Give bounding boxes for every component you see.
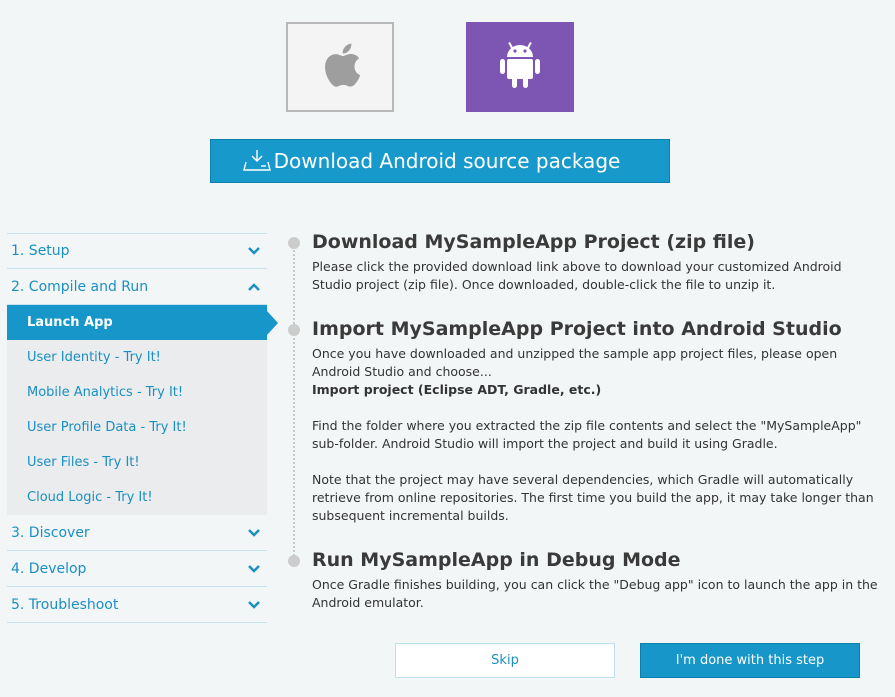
download-icon: [243, 149, 271, 177]
step-text-line: Find the folder where you extracted the …: [312, 418, 862, 433]
sidebar-step-troubleshoot[interactable]: 5. Troubleshoot: [7, 587, 267, 623]
sidebar-item-launch-app[interactable]: Launch App: [7, 305, 278, 340]
chevron-down-icon: [247, 528, 261, 538]
download-label: Download Android source package: [273, 149, 621, 173]
timeline-dot: [288, 324, 300, 336]
sidebar-item-cloud-logic[interactable]: Cloud Logic - Try It!: [7, 480, 267, 515]
android-platform-tile[interactable]: [466, 22, 574, 112]
step-text-line: Android Studio and choose...: [312, 364, 492, 379]
steps-sidebar: 1. Setup 2. Compile and Run Launch App U…: [7, 233, 278, 623]
sidebar-step-label: 5. Troubleshoot: [11, 596, 119, 613]
android-icon: [498, 40, 542, 94]
step-description-import-project: Once you have downloaded and unzipped th…: [312, 345, 882, 525]
sidebar-step-develop[interactable]: 4. Develop: [7, 551, 267, 587]
sidebar-step-label: 2. Compile and Run: [11, 278, 149, 295]
step-text-line: retrieve from online repositories. The f…: [312, 490, 874, 505]
sidebar-item-mobile-analytics[interactable]: Mobile Analytics - Try It!: [7, 375, 267, 410]
step-text-line: Please click the provided download link …: [312, 259, 842, 274]
step-text-line: Once you have downloaded and unzipped th…: [312, 346, 838, 361]
step-text-line: Note that the project may have several d…: [312, 472, 854, 487]
chevron-down-icon: [247, 246, 261, 256]
step-description-run-debug: Once Gradle finishes building, you can c…: [312, 576, 882, 612]
timeline-dot: [288, 555, 300, 567]
skip-button[interactable]: Skip: [395, 643, 615, 678]
step-text-line: sub-folder. Android Studio will import t…: [312, 436, 778, 451]
chevron-up-icon: [247, 282, 261, 292]
sidebar-item-user-profile-data[interactable]: User Profile Data - Try It!: [7, 410, 267, 445]
chevron-down-icon: [247, 564, 261, 574]
timeline-dot: [288, 237, 300, 249]
apple-icon: [318, 40, 362, 94]
sidebar-step-setup[interactable]: 1. Setup: [7, 233, 267, 269]
sidebar-step-label: 1. Setup: [11, 243, 70, 259]
sidebar-item-user-files[interactable]: User Files - Try It!: [7, 445, 267, 480]
step-title-run-debug: Run MySampleApp in Debug Mode: [312, 549, 681, 571]
sidebar-step-label: 3. Discover: [11, 524, 90, 541]
timeline-line: [293, 250, 295, 560]
step-description-download-project: Please click the provided download link …: [312, 258, 882, 294]
step-title-import-project: Import MySampleApp Project into Android …: [312, 318, 842, 340]
step-title-download-project: Download MySampleApp Project (zip file): [312, 231, 755, 253]
chevron-down-icon: [247, 600, 261, 610]
step-text-line: subsequent incremental builds.: [312, 508, 509, 523]
import-project-menu-path: Import project (Eclipse ADT, Gradle, etc…: [312, 382, 602, 397]
step-text-line: Once Gradle finishes building, you can c…: [312, 577, 878, 592]
step-text-line: Studio project (zip file). Once download…: [312, 277, 776, 292]
sidebar-step-compile-and-run[interactable]: 2. Compile and Run: [7, 269, 267, 305]
sidebar-item-user-identity[interactable]: User Identity - Try It!: [7, 340, 267, 375]
download-source-button[interactable]: Download Android source package: [210, 139, 670, 183]
sidebar-step-discover[interactable]: 3. Discover: [7, 515, 267, 551]
sidebar-step-label: 4. Develop: [11, 560, 87, 577]
ios-platform-tile[interactable]: [286, 22, 394, 112]
done-with-step-button[interactable]: I'm done with this step: [640, 643, 860, 678]
step-text-line: Android emulator.: [312, 595, 424, 610]
